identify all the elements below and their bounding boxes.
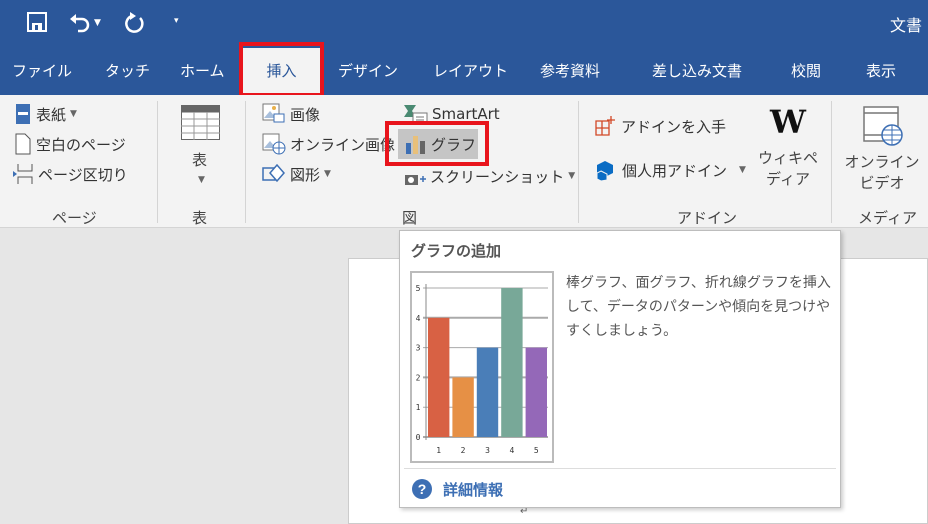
online-picture-icon (262, 133, 286, 155)
tab-mailings[interactable]: 差し込み文書 (652, 60, 742, 81)
document-title: 文書 (890, 16, 923, 35)
table-icon (181, 105, 220, 140)
tab-file[interactable]: ファイル (12, 60, 72, 81)
screenshot-button[interactable]: スクリーンショット ▼ (404, 165, 575, 187)
store-icon (595, 116, 615, 136)
more-info-link[interactable]: ? 詳細情報 (411, 478, 503, 500)
tab-home[interactable]: ホーム (180, 60, 225, 81)
y-tick-label: 1 (416, 403, 421, 412)
x-tick-label: 4 (509, 446, 514, 455)
my-addins-icon (596, 161, 613, 181)
cover-page-button[interactable]: 表紙 ▼ (14, 103, 77, 125)
ribbon-tabs: ファイル タッチ ホーム 挿入 デザイン レイアウト 参考資料 差し込み文書 校… (0, 48, 928, 95)
x-tick-label: 5 (534, 446, 539, 455)
save-icon[interactable] (26, 11, 48, 33)
tab-view[interactable]: 表示 (866, 60, 896, 81)
online-video-icon (863, 106, 903, 146)
blank-page-icon (15, 133, 31, 155)
x-tick-label: 1 (436, 446, 441, 455)
tab-review[interactable]: 校閲 (791, 60, 821, 81)
tab-touch[interactable]: タッチ (105, 60, 150, 81)
wikipedia-icon: W (770, 103, 806, 141)
picture-icon (262, 103, 285, 123)
tooltip-description: 棒グラフ、面グラフ、折れ線グラフを挿入して、データのパターンや傾向を見つけやすく… (566, 275, 831, 339)
table-button[interactable]: 表 ▼ (175, 105, 227, 195)
wikipedia-button[interactable]: W ウィキペ ディア (758, 103, 818, 203)
chart-preview: 0 1 2 3 4 5 1 2 3 4 5 (410, 271, 554, 463)
tab-references[interactable]: 参考資料 (540, 60, 600, 81)
online-picture-button[interactable]: オンライン画像 (262, 133, 395, 155)
x-tick-label: 2 (461, 446, 466, 455)
undo-icon[interactable] (68, 11, 92, 33)
my-addins-button[interactable]: 個人用アドイン ▼ (596, 159, 746, 181)
bar (501, 288, 523, 437)
highlight-chart-button (385, 121, 489, 166)
title-bar: ▼ ▾ 文書 (0, 0, 928, 48)
tooltip-title: グラフの追加 (411, 242, 502, 260)
group-label-addins: アドイン (677, 209, 738, 227)
group-label-pages: ページ (52, 209, 97, 227)
bar (428, 317, 450, 437)
get-addins-button[interactable]: アドインを入手 (595, 115, 726, 137)
bar (525, 347, 547, 437)
page-break-icon (13, 164, 33, 184)
bar (476, 347, 499, 437)
picture-button[interactable]: 画像 (262, 103, 320, 125)
ribbon: 表紙 ▼ 空白のページ ページ区切り ページ 表 ▼ 表 画像 オンライン画像 図… (0, 95, 928, 228)
undo-dropdown-icon[interactable]: ▼ (94, 18, 101, 28)
x-tick-label: 3 (485, 446, 490, 455)
y-tick-label: 5 (416, 284, 421, 293)
y-tick-label: 2 (416, 373, 421, 382)
screenshot-icon (405, 175, 426, 185)
blank-page-button[interactable]: 空白のページ (14, 133, 126, 155)
shapes-icon (262, 163, 285, 183)
cover-page-icon (16, 104, 30, 124)
group-label-tables: 表 (192, 209, 208, 227)
bar (452, 377, 474, 437)
group-label-illustrations: 図 (402, 209, 418, 227)
y-tick-label: 4 (416, 314, 421, 323)
svg-text:?: ? (418, 481, 427, 497)
redo-icon[interactable] (124, 10, 146, 34)
tab-design[interactable]: デザイン (338, 60, 398, 81)
highlight-insert-tab (239, 42, 324, 97)
chart-tooltip: グラフの追加 0 1 2 3 4 5 1 2 3 4 5 棒グラフ、面グラフ、折れ線グラフを挿入して… (399, 230, 841, 508)
page-break-button[interactable]: ページ区切り (12, 163, 128, 185)
group-label-media: メディア (858, 209, 917, 227)
y-tick-label: 3 (416, 344, 421, 353)
online-video-button[interactable]: オンライン ビデオ (844, 105, 920, 205)
y-tick-label: 0 (416, 433, 421, 442)
customize-qat-icon[interactable]: ▾ (174, 16, 179, 26)
shapes-button[interactable]: 図形 ▼ (262, 163, 331, 185)
tab-layout[interactable]: レイアウト (433, 60, 508, 81)
help-icon: ? (412, 479, 432, 499)
